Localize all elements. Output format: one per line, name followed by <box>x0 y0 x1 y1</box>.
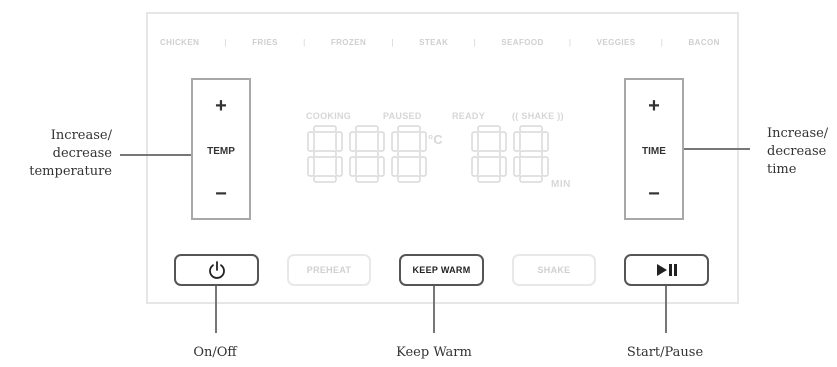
preset-separator: | <box>660 38 664 47</box>
preset-separator: | <box>568 38 572 47</box>
keep-warm-button[interactable]: KEEP WARM <box>399 254 484 286</box>
preset-seafood[interactable]: SEAFOOD <box>501 38 543 47</box>
display-segment <box>391 131 399 152</box>
display-segment <box>397 150 421 158</box>
display-segment <box>355 125 379 133</box>
display-segment <box>349 131 357 152</box>
preset-bar: CHICKEN | FRIES | FROZEN | STEAK | SEAFO… <box>160 38 720 47</box>
display-segment <box>307 131 315 152</box>
display-segment <box>335 131 343 152</box>
callout-temperature: Increase/ decrease temperature <box>0 127 112 181</box>
power-button[interactable] <box>174 254 259 286</box>
display-segment <box>499 156 507 177</box>
power-icon <box>208 261 225 279</box>
time-control: + TIME − <box>624 78 684 220</box>
display-segment <box>419 131 427 152</box>
callout-line-temp <box>120 154 191 156</box>
preset-separator: | <box>303 38 306 47</box>
display-segment <box>377 131 385 152</box>
status-cooking: COOKING <box>306 111 352 121</box>
callout-start-pause: Start/Pause <box>626 345 704 360</box>
display-segment <box>471 156 479 177</box>
preset-separator: | <box>224 38 227 47</box>
callout-line-on-off <box>215 286 217 333</box>
display-segment <box>541 156 549 177</box>
display-segment <box>391 156 399 177</box>
temp-increase-button[interactable]: + <box>193 96 249 116</box>
display-segment <box>513 156 521 177</box>
callout-temperature-line1: Increase/ <box>50 128 112 143</box>
display-segment <box>397 175 421 183</box>
display-segment <box>313 175 337 183</box>
callout-temperature-line3: temperature <box>29 164 112 179</box>
preset-separator: | <box>473 38 477 47</box>
temp-decrease-button[interactable]: − <box>193 184 249 204</box>
preset-fries[interactable]: FRIES <box>252 38 278 47</box>
status-ready: READY <box>452 111 486 121</box>
time-decrease-button[interactable]: − <box>626 184 682 204</box>
callout-time-line3: time <box>767 162 797 177</box>
play-pause-icon <box>656 264 677 276</box>
callout-time: Increase/ decrease time <box>767 125 837 179</box>
display-segment <box>355 175 379 183</box>
preset-separator: | <box>391 38 394 47</box>
preset-veggies[interactable]: VEGGIES <box>597 38 636 47</box>
preset-frozen[interactable]: FROZEN <box>331 38 366 47</box>
callout-on-off: On/Off <box>193 345 237 360</box>
time-unit: MIN <box>551 179 571 190</box>
display-segment <box>519 150 543 158</box>
display-segment <box>477 150 501 158</box>
display-segment <box>519 175 543 183</box>
preset-chicken[interactable]: CHICKEN <box>160 38 199 47</box>
display-segment <box>471 131 479 152</box>
status-paused: PAUSED <box>383 111 422 121</box>
temp-control: + TEMP − <box>191 78 251 220</box>
display-segment <box>541 131 549 152</box>
shake-button[interactable]: SHAKE <box>512 254 596 286</box>
preset-steak[interactable]: STEAK <box>419 38 448 47</box>
display-segment <box>349 156 357 177</box>
display-segment <box>313 150 337 158</box>
temp-unit: °C <box>428 132 443 147</box>
temp-label: TEMP <box>207 146 235 157</box>
display-segment <box>499 131 507 152</box>
time-label: TIME <box>642 146 666 157</box>
callout-line-time <box>684 148 750 150</box>
preheat-button[interactable]: PREHEAT <box>287 254 371 286</box>
display-segment <box>519 125 543 133</box>
preset-bacon[interactable]: BACON <box>689 38 720 47</box>
time-increase-button[interactable]: + <box>626 96 682 116</box>
display-segment <box>513 131 521 152</box>
callout-temperature-line2: decrease <box>52 146 112 161</box>
status-shake: (( SHAKE )) <box>512 111 564 121</box>
display-segment <box>313 125 337 133</box>
display-segment <box>419 156 427 177</box>
display-segment <box>355 150 379 158</box>
display-segment <box>307 156 315 177</box>
display-segment <box>335 156 343 177</box>
callout-line-start-pause <box>665 286 667 333</box>
display-segment <box>477 175 501 183</box>
callout-time-line1: Increase/ <box>767 126 829 141</box>
callout-keep-warm: Keep Warm <box>396 345 472 360</box>
callout-line-keep-warm <box>433 286 435 333</box>
callout-time-line2: decrease <box>767 144 827 159</box>
display-segment <box>477 125 501 133</box>
display-segment <box>377 156 385 177</box>
start-pause-button[interactable] <box>624 254 709 286</box>
display-segment <box>397 125 421 133</box>
